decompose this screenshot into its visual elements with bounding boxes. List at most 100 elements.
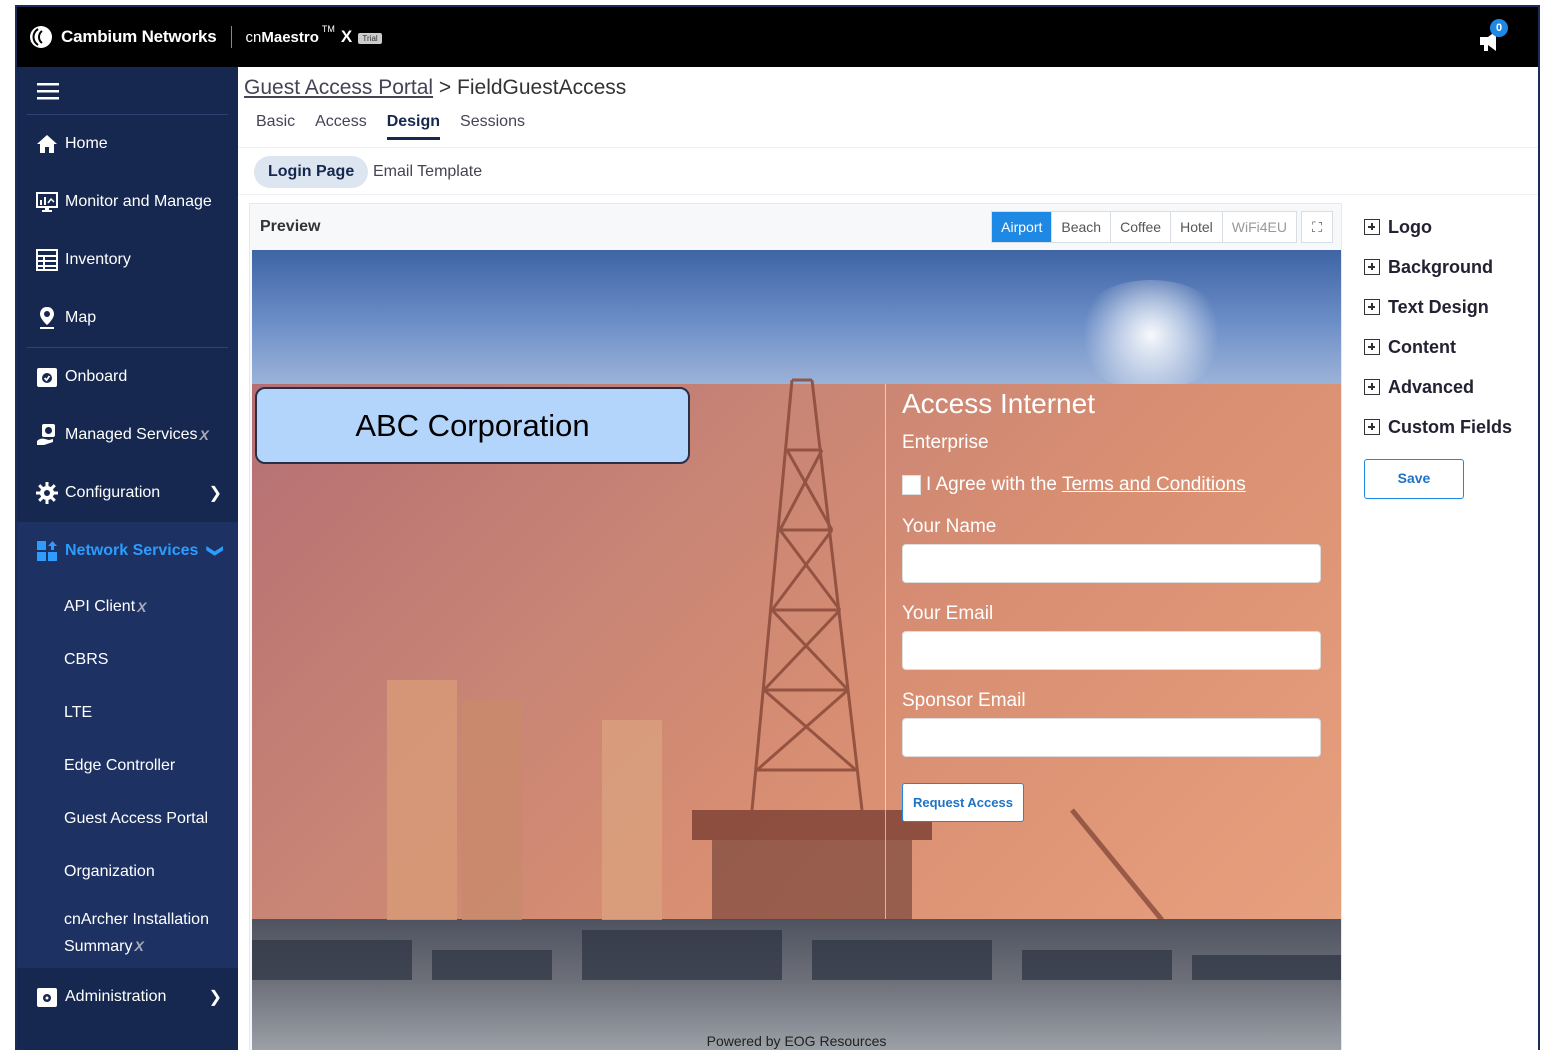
tab-design[interactable]: Design xyxy=(386,113,441,140)
option-logo[interactable]: Logo xyxy=(1364,207,1534,247)
name-label: Your Name xyxy=(902,516,997,537)
sidebar-item-configuration[interactable]: Configuration ❯ xyxy=(17,464,238,522)
network-services-icon xyxy=(35,539,59,563)
tab-sessions[interactable]: Sessions xyxy=(460,113,525,140)
theme-coffee[interactable]: Coffee xyxy=(1111,212,1172,242)
theme-selector: Airport Beach Coffee Hotel WiFi4EU xyxy=(991,211,1297,243)
app-frame: Cambium Networks cnMaestroTM X Trial 0 xyxy=(15,5,1540,1050)
gear-icon xyxy=(35,481,59,505)
fullscreen-button[interactable]: ⛶ xyxy=(1301,211,1333,243)
sidebar-item-monitor[interactable]: Monitor and Manage xyxy=(17,173,238,231)
subitem-label: CBRS xyxy=(64,650,109,668)
option-label: Advanced xyxy=(1388,376,1475,397)
sidebar-item-managed-services[interactable]: Managed Services X xyxy=(17,406,238,464)
brand-name: Cambium Networks xyxy=(61,27,217,46)
administration-icon xyxy=(35,985,59,1009)
sponsor-email-label: Sponsor Email xyxy=(902,690,1026,711)
option-advanced[interactable]: Advanced xyxy=(1364,367,1534,407)
map-pin-icon xyxy=(35,306,59,330)
subitem-label: cnArcher Installation xyxy=(64,910,209,928)
sidebar-item-label: Map xyxy=(65,309,97,326)
option-label: Background xyxy=(1388,256,1494,277)
theme-airport[interactable]: Airport xyxy=(992,212,1053,242)
breadcrumb-current: FieldGuestAccess xyxy=(457,76,627,99)
notification-badge: 0 xyxy=(1490,19,1508,37)
sidebar-subitem-cbrs[interactable]: CBRS xyxy=(17,633,238,686)
terms-checkbox[interactable] xyxy=(902,475,921,495)
option-label: Content xyxy=(1388,336,1456,357)
cambium-logo-icon xyxy=(30,26,52,48)
theme-hotel[interactable]: Hotel xyxy=(1171,212,1223,242)
expand-plus-icon xyxy=(1364,379,1380,395)
form-divider xyxy=(885,384,886,919)
sidebar-item-label: Onboard xyxy=(65,368,128,385)
sidebar-item-network-services[interactable]: Network Services ❯ xyxy=(17,522,238,580)
sidebar-item-label: Managed Services xyxy=(65,426,198,443)
sidebar-subitem-edge-controller[interactable]: Edge Controller xyxy=(17,739,238,792)
expand-plus-icon xyxy=(1364,339,1380,355)
product-x: X xyxy=(340,27,353,46)
sidebar-item-label: Network Services xyxy=(65,542,199,559)
subitem-label: LTE xyxy=(64,703,93,721)
sidebar-subitem-organization[interactable]: Organization xyxy=(17,845,238,898)
option-content[interactable]: Content xyxy=(1364,327,1534,367)
product-prefix: cn xyxy=(245,29,262,46)
expand-plus-icon xyxy=(1364,299,1380,315)
option-label: Logo xyxy=(1388,216,1432,237)
name-input[interactable] xyxy=(902,544,1321,583)
theme-beach[interactable]: Beach xyxy=(1052,212,1112,242)
hamburger-icon xyxy=(37,82,59,99)
x-badge-icon: X xyxy=(199,427,209,443)
sidebar-item-inventory[interactable]: Inventory xyxy=(17,231,238,289)
menu-toggle[interactable] xyxy=(27,67,228,115)
x-badge-icon: X xyxy=(137,598,147,615)
sidebar-subitem-cnarcher-summary[interactable]: cnArcher Installation Summary X xyxy=(17,898,238,968)
breadcrumb-separator: > xyxy=(433,76,458,99)
terms-link[interactable]: Terms and Conditions xyxy=(1062,474,1246,496)
monitor-icon xyxy=(35,190,59,214)
expand-plus-icon xyxy=(1364,419,1380,435)
notification-button[interactable]: 0 xyxy=(1476,19,1510,55)
agree-text: I Agree with the xyxy=(926,474,1057,495)
home-icon xyxy=(35,132,59,156)
sidebar-item-administration[interactable]: Administration ❯ xyxy=(17,968,238,1026)
subtab-login-page[interactable]: Login Page xyxy=(254,156,369,188)
sidebar-item-onboard[interactable]: Onboard xyxy=(17,348,238,406)
tab-bar: Basic Access Design Sessions xyxy=(256,113,545,140)
subtab-bar: Login Page Email Template xyxy=(238,147,1538,195)
expand-plus-icon xyxy=(1364,219,1380,235)
sidebar-item-home[interactable]: Home xyxy=(17,115,238,173)
product-name: cnMaestro TM X Trial xyxy=(245,24,382,47)
top-bar: Cambium Networks cnMaestro TM X Trial 0 xyxy=(17,7,1538,67)
theme-wifi4eu[interactable]: WiFi4EU xyxy=(1223,212,1296,242)
sidebar-subitem-api-client[interactable]: API Client X xyxy=(17,580,238,633)
option-custom-fields[interactable]: Custom Fields xyxy=(1364,407,1534,447)
subtab-email-template[interactable]: Email Template xyxy=(373,156,482,188)
option-text-design[interactable]: Text Design xyxy=(1364,287,1534,327)
login-page-preview: ABC Corporation Access Internet Enterpri… xyxy=(252,250,1341,1050)
sidebar-subitem-lte[interactable]: LTE xyxy=(17,686,238,739)
sidebar-subitem-guest-access-portal[interactable]: Guest Access Portal xyxy=(17,792,238,845)
sponsor-email-input[interactable] xyxy=(902,718,1321,757)
sidebar-item-map[interactable]: Map xyxy=(17,289,238,347)
tab-access[interactable]: Access xyxy=(315,113,367,140)
sidebar: Home Monitor and Manage Inventory Map On… xyxy=(17,67,238,1050)
breadcrumb: Guest Access Portal > FieldGuestAccess xyxy=(244,76,626,100)
subitem-label: API Client xyxy=(64,597,136,615)
save-button[interactable]: Save xyxy=(1364,459,1464,499)
email-input[interactable] xyxy=(902,631,1321,670)
company-logo: ABC Corporation xyxy=(255,387,690,464)
preview-panel: Preview Airport Beach Coffee Hotel WiFi4… xyxy=(249,203,1342,1050)
powered-by-footer: Powered by EOG Resources xyxy=(706,1033,887,1049)
request-access-button[interactable]: Request Access xyxy=(902,783,1024,822)
tab-basic[interactable]: Basic xyxy=(256,113,295,140)
form-subtitle: Enterprise xyxy=(902,432,989,453)
sidebar-item-label: Administration xyxy=(65,988,167,1005)
breadcrumb-parent-link[interactable]: Guest Access Portal xyxy=(244,76,433,99)
trial-badge: Trial xyxy=(358,32,382,44)
preview-title: Preview xyxy=(260,218,321,235)
expand-plus-icon xyxy=(1364,259,1380,275)
option-background[interactable]: Background xyxy=(1364,247,1534,287)
option-label: Custom Fields xyxy=(1388,416,1513,437)
product-title: Maestro xyxy=(261,29,319,46)
